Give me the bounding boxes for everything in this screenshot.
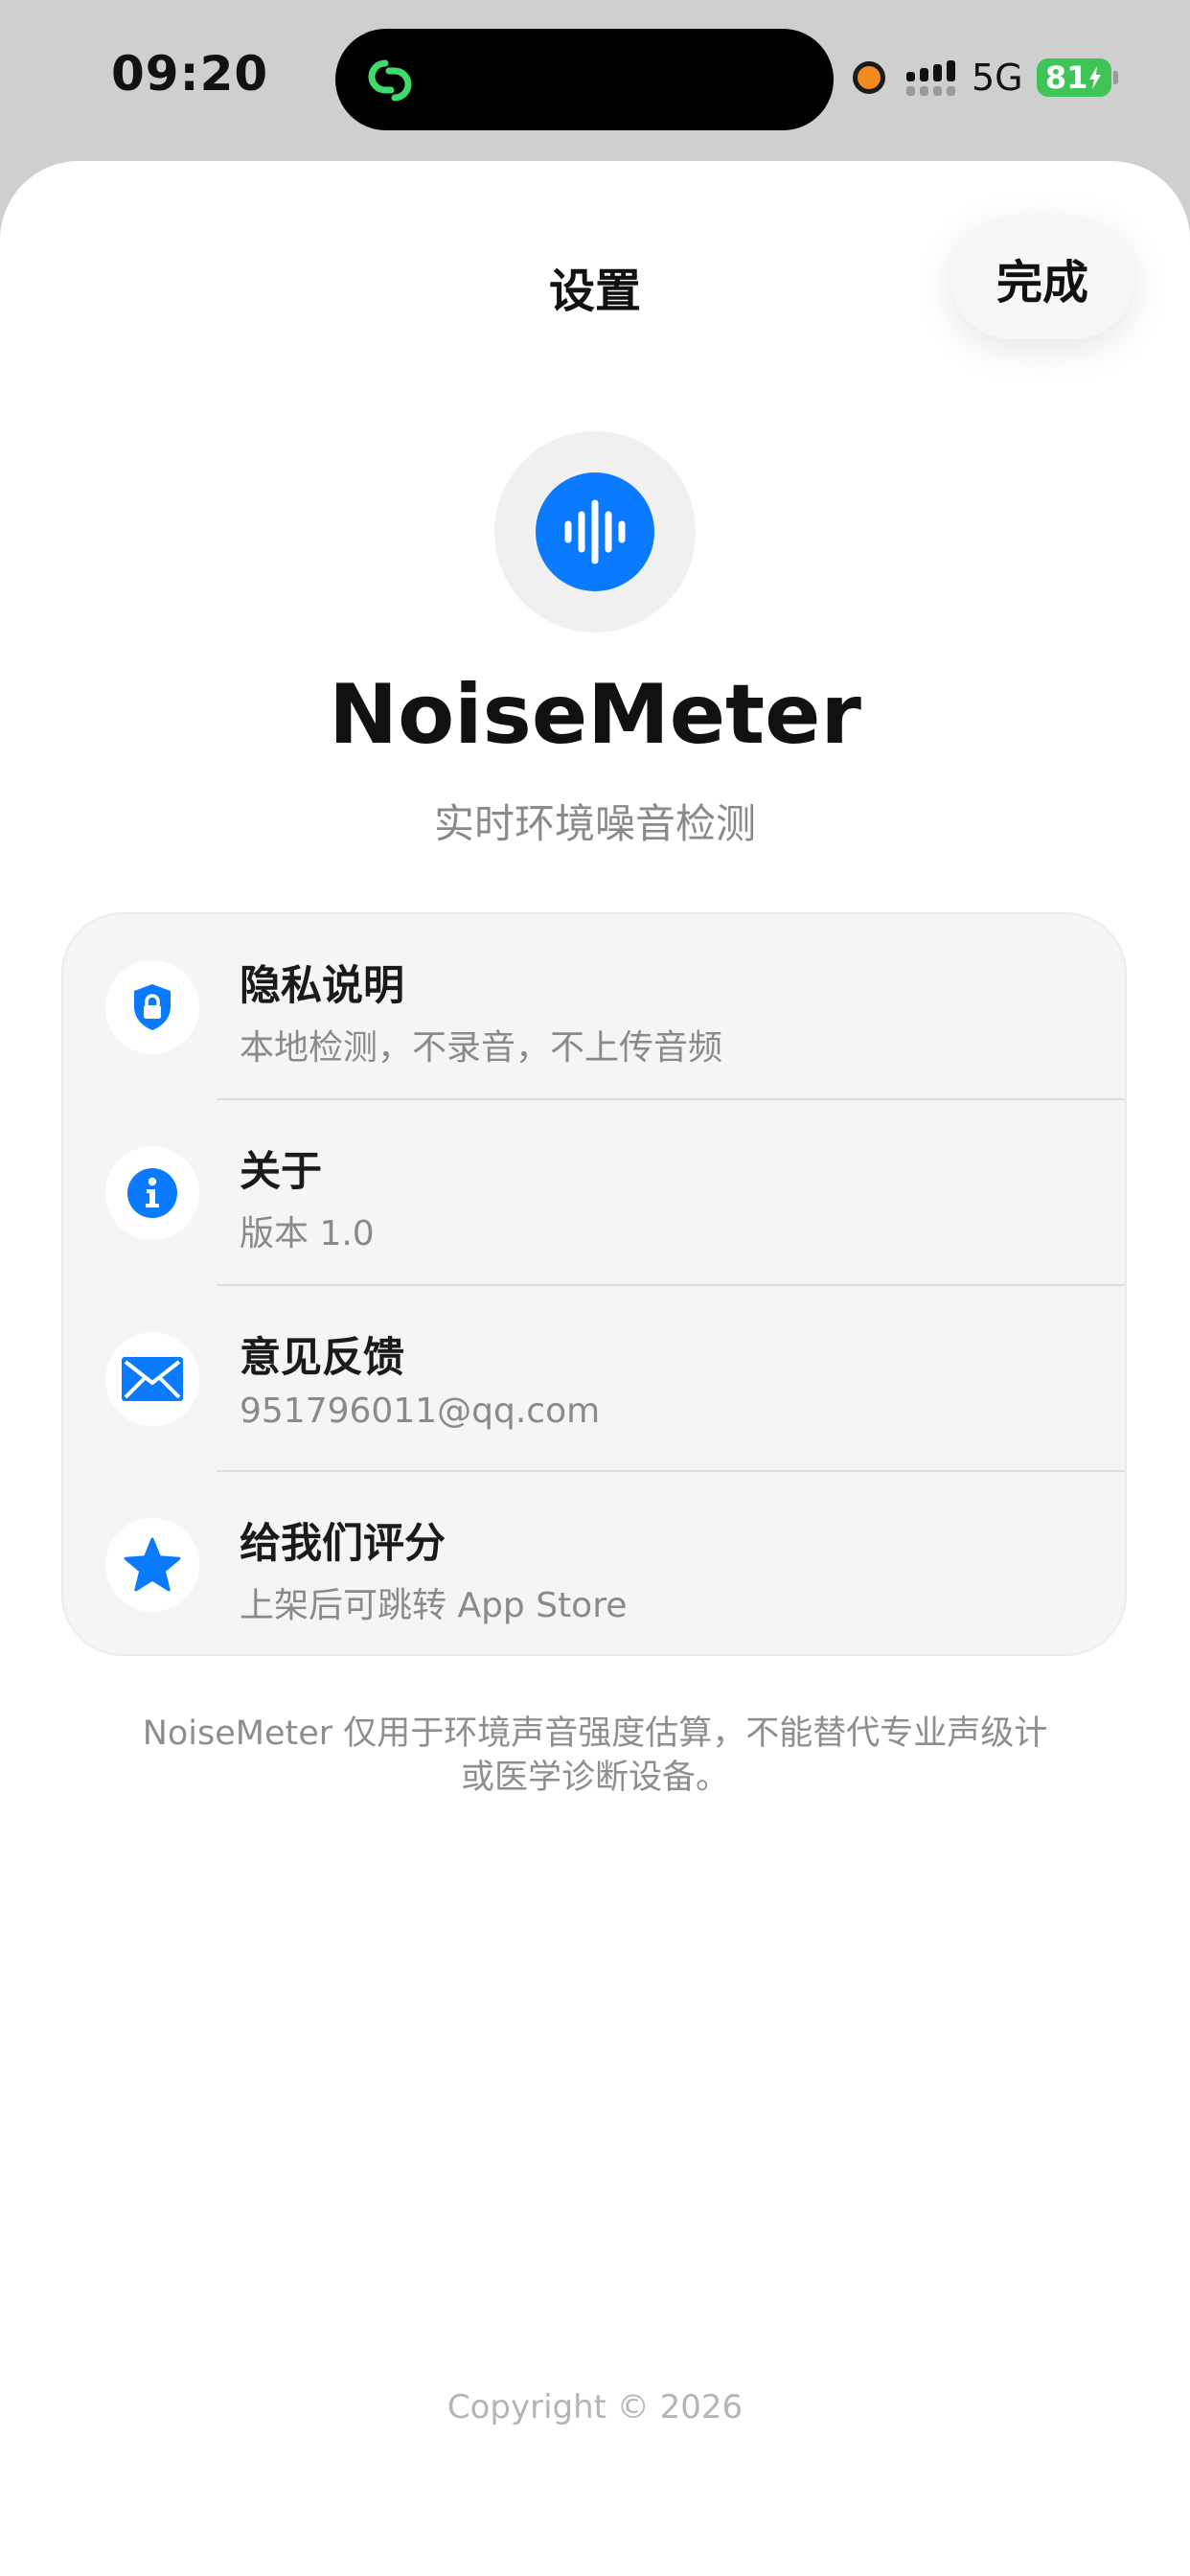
settings-item-title: 意见反馈	[240, 1334, 404, 1382]
network-type: 5G	[972, 57, 1023, 99]
info-icon	[127, 1168, 177, 1218]
settings-item-subtitle: 版本 1.0	[240, 1214, 375, 1254]
done-button[interactable]: 完成	[950, 217, 1134, 339]
app-icon	[494, 431, 696, 632]
app-name: NoiseMeter	[329, 667, 861, 763]
copyright: Copyright © 2026	[446, 2388, 744, 2426]
disclaimer-line-1: NoiseMeter 仅用于环境声音强度估算，不能替代专业声级计	[142, 1714, 1048, 1753]
disclaimer: NoiseMeter 仅用于环境声音强度估算，不能替代专业声级计 或医学诊断设备…	[96, 1712, 1094, 1800]
disclaimer-line-2: 或医学诊断设备。	[460, 1759, 729, 1797]
envelope-icon	[122, 1357, 183, 1401]
battery-level: 81	[1044, 59, 1088, 96]
settings-list: 隐私说明 本地检测，不录音，不上传音频 关于 版本 1.0 意见反馈 95179…	[61, 912, 1127, 1656]
status-time: 09:20	[111, 46, 269, 102]
status-indicators: 5G 81	[853, 54, 1118, 102]
dynamic-island[interactable]	[335, 29, 834, 130]
row-icon-container	[105, 1332, 199, 1426]
settings-item-title: 关于	[240, 1148, 322, 1196]
waveform-icon	[564, 499, 626, 564]
settings-sheet: 设置 完成 NoiseMeter 实时环境噪音检测 隐私说明 本地检测，不录音，…	[0, 161, 1190, 2576]
app-subtitle: 实时环境噪音检测	[433, 800, 756, 847]
screen: 09:20 5G 81 设置 完成 NoiseMeter 实时环境噪音检测 隐私…	[0, 0, 1190, 2576]
settings-item-subtitle: 上架后可跳转 App Store	[240, 1586, 628, 1625]
settings-item-rate[interactable]: 给我们评分 上架后可跳转 App Store	[63, 1472, 1125, 1654]
settings-item-subtitle: 951796011@qq.com	[240, 1392, 601, 1431]
settings-item-title: 隐私说明	[240, 962, 404, 1010]
star-icon	[124, 1537, 181, 1592]
cellular-signal-icon	[906, 59, 960, 96]
shield-lock-icon	[134, 984, 171, 1030]
row-icon-container	[105, 1146, 199, 1240]
battery-tip	[1112, 71, 1118, 84]
charging-bolt-icon	[1089, 66, 1102, 89]
settings-item-feedback[interactable]: 意见反馈 951796011@qq.com	[63, 1286, 1125, 1472]
battery-icon: 81	[1036, 58, 1111, 97]
settings-item-title: 给我们评分	[240, 1520, 446, 1568]
app-icon-badge	[536, 472, 654, 591]
link-rings-icon	[368, 59, 412, 102]
mic-indicator-icon	[853, 61, 885, 94]
row-icon-container	[105, 960, 199, 1054]
settings-item-about[interactable]: 关于 版本 1.0	[63, 1100, 1125, 1286]
settings-item-subtitle: 本地检测，不录音，不上传音频	[240, 1028, 723, 1068]
settings-item-privacy[interactable]: 隐私说明 本地检测，不录音，不上传音频	[63, 914, 1125, 1100]
row-icon-container	[105, 1518, 199, 1612]
